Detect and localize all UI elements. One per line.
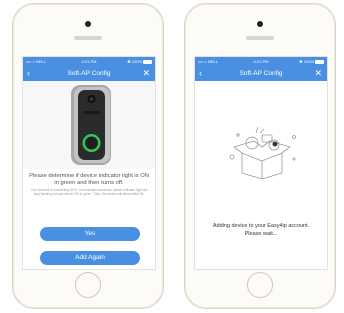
- adding-device-illustration: [229, 126, 296, 179]
- phone-frame-right: •••○○ BELL 4:21 PM ✱ 100% ‹ Soft-AP Conf…: [184, 3, 336, 309]
- home-button[interactable]: [247, 272, 273, 298]
- battery-status: ✱ 100%: [299, 57, 324, 66]
- phone-frame-left: •••○○ BELL 4:21 PM ✱ 100% ‹ Soft-AP Conf…: [12, 3, 164, 309]
- adding-message-line1: Adding device to your Easy4ip account.: [212, 223, 310, 229]
- close-icon[interactable]: ✕: [142, 66, 150, 81]
- close-icon[interactable]: ✕: [314, 66, 322, 81]
- home-button[interactable]: [75, 272, 101, 298]
- yes-button[interactable]: Yes: [40, 227, 140, 241]
- nav-bar: ‹ Soft-AP Config ✕: [195, 66, 327, 81]
- adding-message-line2: Please wait...: [244, 230, 278, 237]
- instruction-text: Please determine if device indicator lig…: [29, 173, 149, 186]
- chevron-left-icon[interactable]: ‹: [199, 66, 202, 80]
- battery-percent: 100%: [131, 59, 142, 64]
- app-bar: •••○○ BELL 4:21 PM ✱ 100% ‹ Soft-AP Conf…: [23, 57, 155, 81]
- earpiece-speaker: [74, 36, 102, 40]
- status-bar: •••○○ BELL 4:21 PM ✱ 100%: [23, 57, 155, 66]
- page-title: Soft-AP Config: [239, 70, 283, 77]
- connection-note: Your doorbell is connecting Wi-Fi. If co…: [30, 188, 148, 197]
- nav-bar: ‹ Soft-AP Config ✕: [23, 66, 155, 81]
- chevron-left-icon[interactable]: ‹: [27, 66, 30, 80]
- add-again-button[interactable]: Add Again: [40, 251, 140, 265]
- earpiece-speaker: [246, 36, 274, 40]
- doorbell-image: [23, 81, 155, 169]
- battery-status: ✱ 100%: [127, 57, 152, 66]
- adding-message: Adding device to your Easy4ip account. P…: [199, 223, 323, 238]
- battery-percent: 100%: [303, 59, 314, 64]
- front-camera: [85, 21, 91, 27]
- screen-right: •••○○ BELL 4:21 PM ✱ 100% ‹ Soft-AP Conf…: [194, 56, 328, 270]
- battery-icon: [315, 60, 324, 64]
- battery-icon: [143, 60, 152, 64]
- status-bar: •••○○ BELL 4:21 PM ✱ 100%: [195, 57, 327, 66]
- screen-left: •••○○ BELL 4:21 PM ✱ 100% ‹ Soft-AP Conf…: [22, 56, 156, 270]
- app-bar: •••○○ BELL 4:21 PM ✱ 100% ‹ Soft-AP Conf…: [195, 57, 327, 81]
- page-title: Soft-AP Config: [67, 70, 111, 77]
- front-camera: [257, 21, 263, 27]
